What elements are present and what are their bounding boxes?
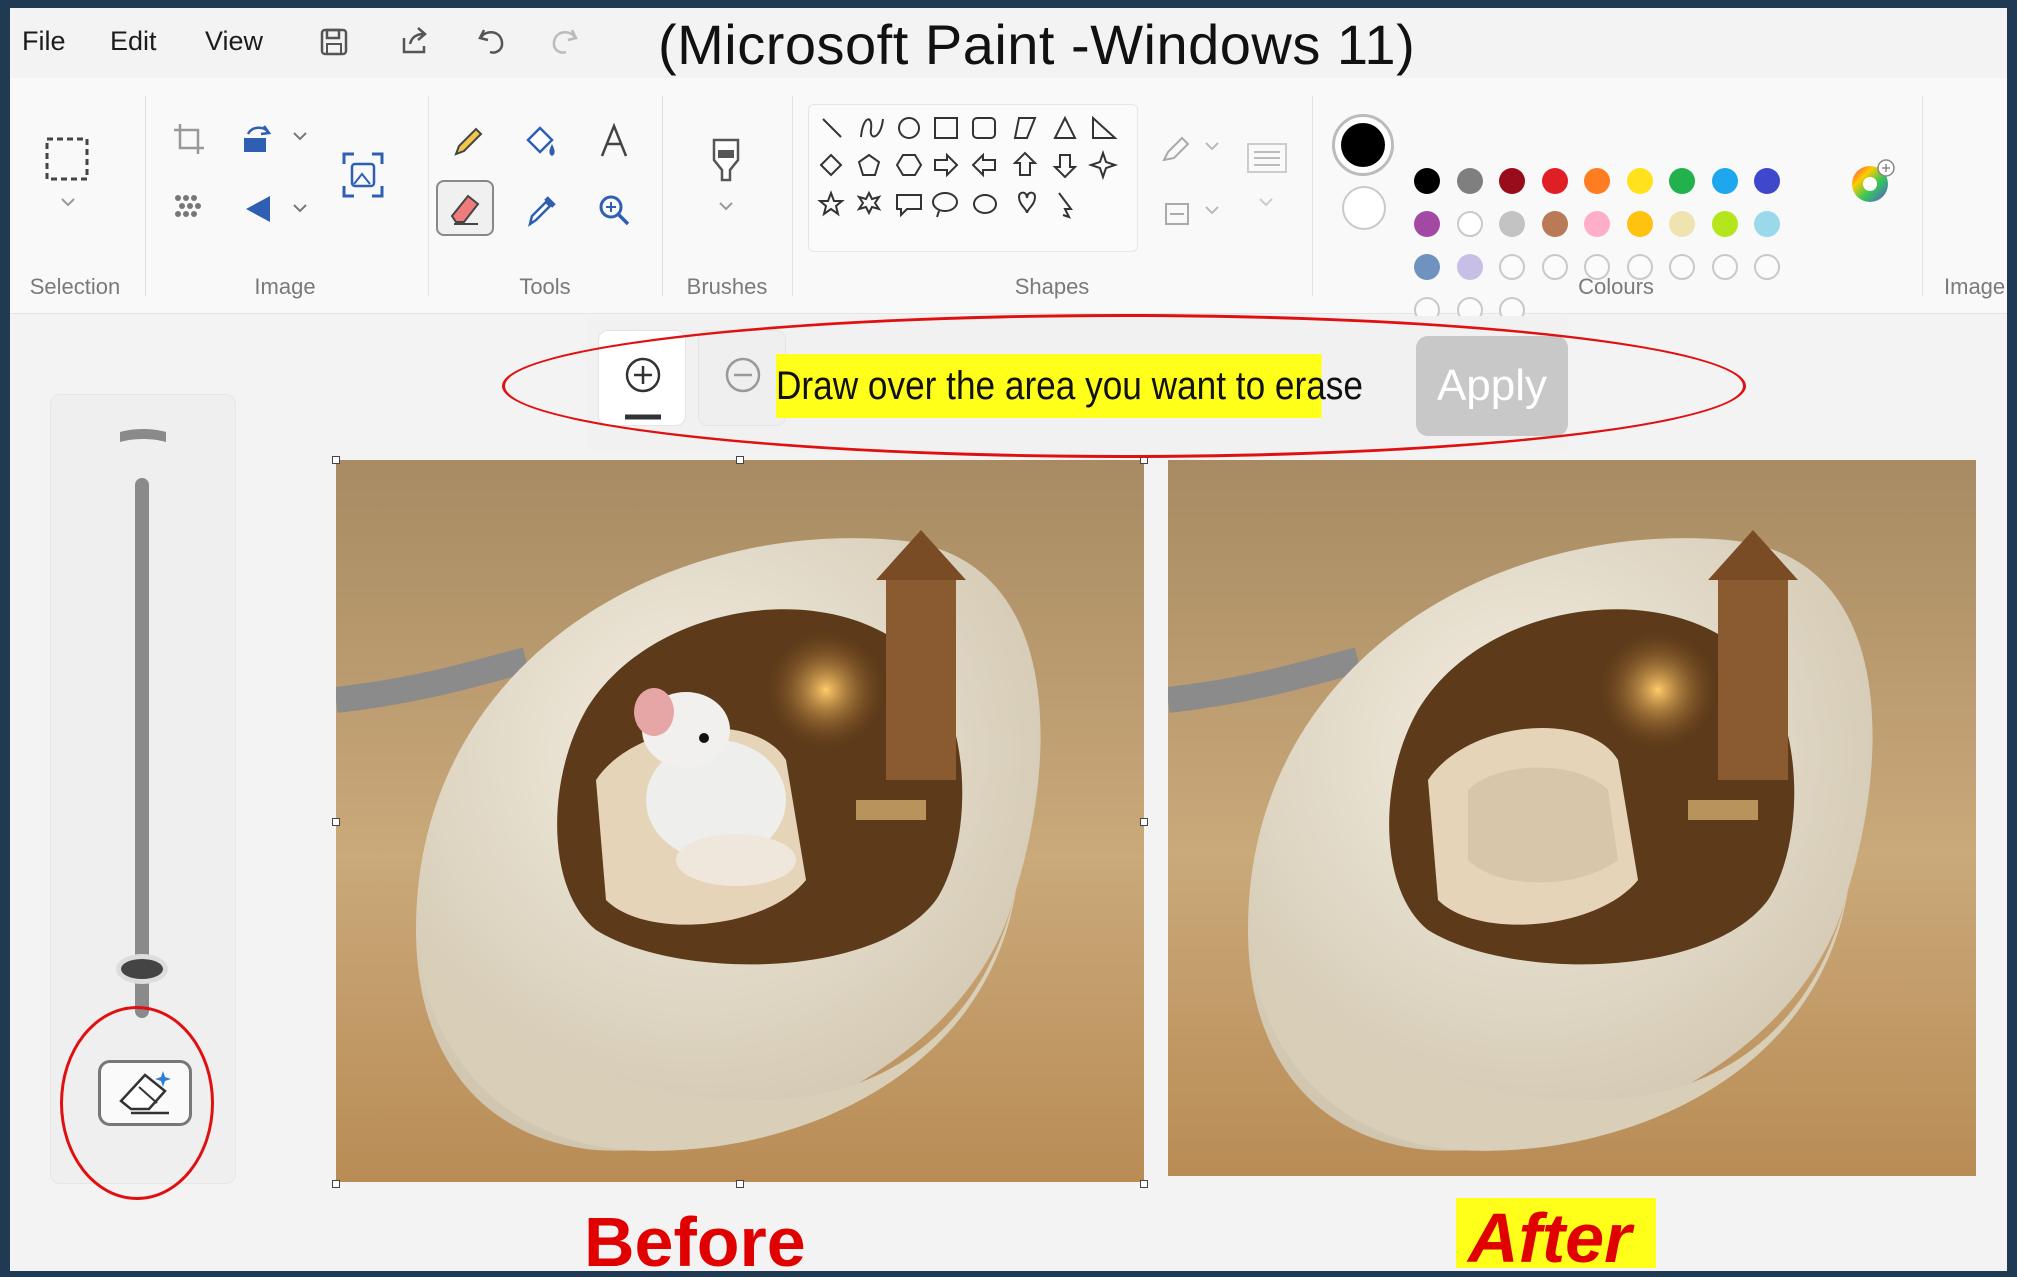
fill-bucket-icon[interactable]: [522, 124, 560, 162]
menu-edit[interactable]: Edit: [110, 26, 157, 57]
colour-swatch[interactable]: [1499, 168, 1525, 194]
before-image[interactable]: [336, 460, 1144, 1182]
color-picker-icon[interactable]: [524, 192, 558, 228]
text-icon[interactable]: [596, 122, 632, 162]
after-photo: [1168, 460, 1976, 1176]
shape-icons: [817, 115, 1119, 219]
colour-swatch[interactable]: [1456, 168, 1483, 194]
colour-swatch[interactable]: [1414, 211, 1440, 237]
magnifier-icon[interactable]: [596, 192, 632, 228]
menu-file[interactable]: File: [22, 26, 66, 57]
group-label-selection: Selection: [29, 274, 121, 299]
fill-icon[interactable]: [1160, 196, 1196, 230]
colour-swatch[interactable]: [1541, 168, 1568, 194]
menu-bar: File Edit View (Microsoft Paint -Windows…: [10, 8, 2007, 76]
primary-colour-fill: [1341, 123, 1385, 167]
chevron-down-icon[interactable]: [292, 202, 308, 214]
colour-swatch[interactable]: [1669, 211, 1695, 237]
group-label-image: Image: [254, 274, 316, 299]
colour-swatch[interactable]: [1711, 168, 1738, 194]
image-filter-icon[interactable]: [172, 192, 206, 222]
divider: [1312, 96, 1313, 296]
rectangle-select-icon[interactable]: [42, 134, 92, 184]
divider: [1922, 96, 1923, 296]
divider: [145, 96, 146, 296]
colour-swatch[interactable]: [1541, 211, 1568, 237]
group-label-brushes: Brushes: [686, 274, 768, 299]
chevron-down-icon[interactable]: [60, 196, 76, 208]
colour-swatch[interactable]: [1626, 211, 1653, 237]
colour-swatch[interactable]: [1499, 211, 1525, 237]
colour-swatch[interactable]: [1584, 168, 1610, 194]
share-icon[interactable]: [394, 22, 434, 62]
image-select-icon[interactable]: [340, 150, 386, 200]
colour-swatch[interactable]: [1456, 211, 1483, 237]
shapes-gallery[interactable]: [808, 104, 1138, 252]
brush-icon[interactable]: [706, 136, 746, 186]
crop-icon[interactable]: [172, 122, 206, 156]
after-image: [1168, 460, 1976, 1176]
brush-size-slider[interactable]: [135, 478, 149, 1018]
chevron-down-icon[interactable]: [718, 200, 734, 212]
colour-swatch[interactable]: [1626, 168, 1653, 194]
group-label-shapes: Shapes: [1014, 274, 1090, 299]
before-label: Before: [584, 1203, 806, 1271]
group-label-colours: Colours: [1578, 274, 1654, 299]
slider-thumb[interactable]: [116, 954, 168, 984]
ribbon: Selection Image Tools Brushes Shapes Col…: [10, 78, 2007, 323]
resize-icon[interactable]: [240, 122, 276, 156]
secondary-colour-swatch[interactable]: [1342, 186, 1386, 230]
before-photo: [336, 460, 1144, 1182]
resize-handle[interactable]: [332, 1180, 340, 1188]
annotation-ellipse-toolbar: [502, 314, 1746, 458]
eraser-tool-button[interactable]: [436, 180, 494, 236]
chevron-down-icon[interactable]: [1204, 204, 1220, 216]
save-icon[interactable]: [314, 22, 354, 62]
chevron-down-icon[interactable]: [292, 130, 308, 142]
colour-swatch[interactable]: [1711, 211, 1738, 237]
divider: [428, 96, 429, 296]
resize-handle[interactable]: [1140, 1180, 1148, 1188]
resize-handle[interactable]: [332, 456, 340, 464]
divider: [662, 96, 663, 296]
undo-icon[interactable]: [472, 22, 512, 62]
group-label-image-right: Image: [1944, 274, 2006, 299]
line-width-icon[interactable]: [1244, 140, 1290, 176]
group-label-tools: Tools: [519, 274, 571, 299]
pencil-icon[interactable]: [450, 124, 486, 160]
colour-swatch[interactable]: [1754, 168, 1780, 194]
colour-swatch[interactable]: [1584, 211, 1610, 237]
colour-swatch[interactable]: [1754, 211, 1780, 237]
menu-view[interactable]: View: [205, 26, 263, 57]
chevron-down-icon[interactable]: [1258, 196, 1274, 208]
outline-icon[interactable]: [1160, 132, 1196, 166]
chevron-down-icon[interactable]: [1204, 140, 1220, 152]
paint-window: File Edit View (Microsoft Paint -Windows…: [10, 8, 2007, 1271]
resize-handle[interactable]: [736, 456, 744, 464]
colour-swatch[interactable]: [1669, 168, 1695, 194]
resize-handle[interactable]: [736, 1180, 744, 1188]
eraser-icon: [450, 194, 480, 225]
flip-icon[interactable]: [242, 192, 276, 226]
divider: [792, 96, 793, 296]
primary-colour-swatch[interactable]: [1332, 114, 1394, 176]
caption-title: (Microsoft Paint -Windows 11): [658, 13, 1416, 76]
redo-icon[interactable]: [544, 22, 584, 62]
colour-swatch[interactable]: [1414, 168, 1440, 194]
brush-size-icon: [120, 429, 166, 442]
annotation-ellipse-erase-button: [60, 1006, 214, 1200]
resize-handle[interactable]: [1140, 818, 1148, 826]
resize-handle[interactable]: [332, 818, 340, 826]
edit-colours-icon[interactable]: [1848, 158, 1898, 208]
after-label: After: [1468, 1199, 1632, 1271]
